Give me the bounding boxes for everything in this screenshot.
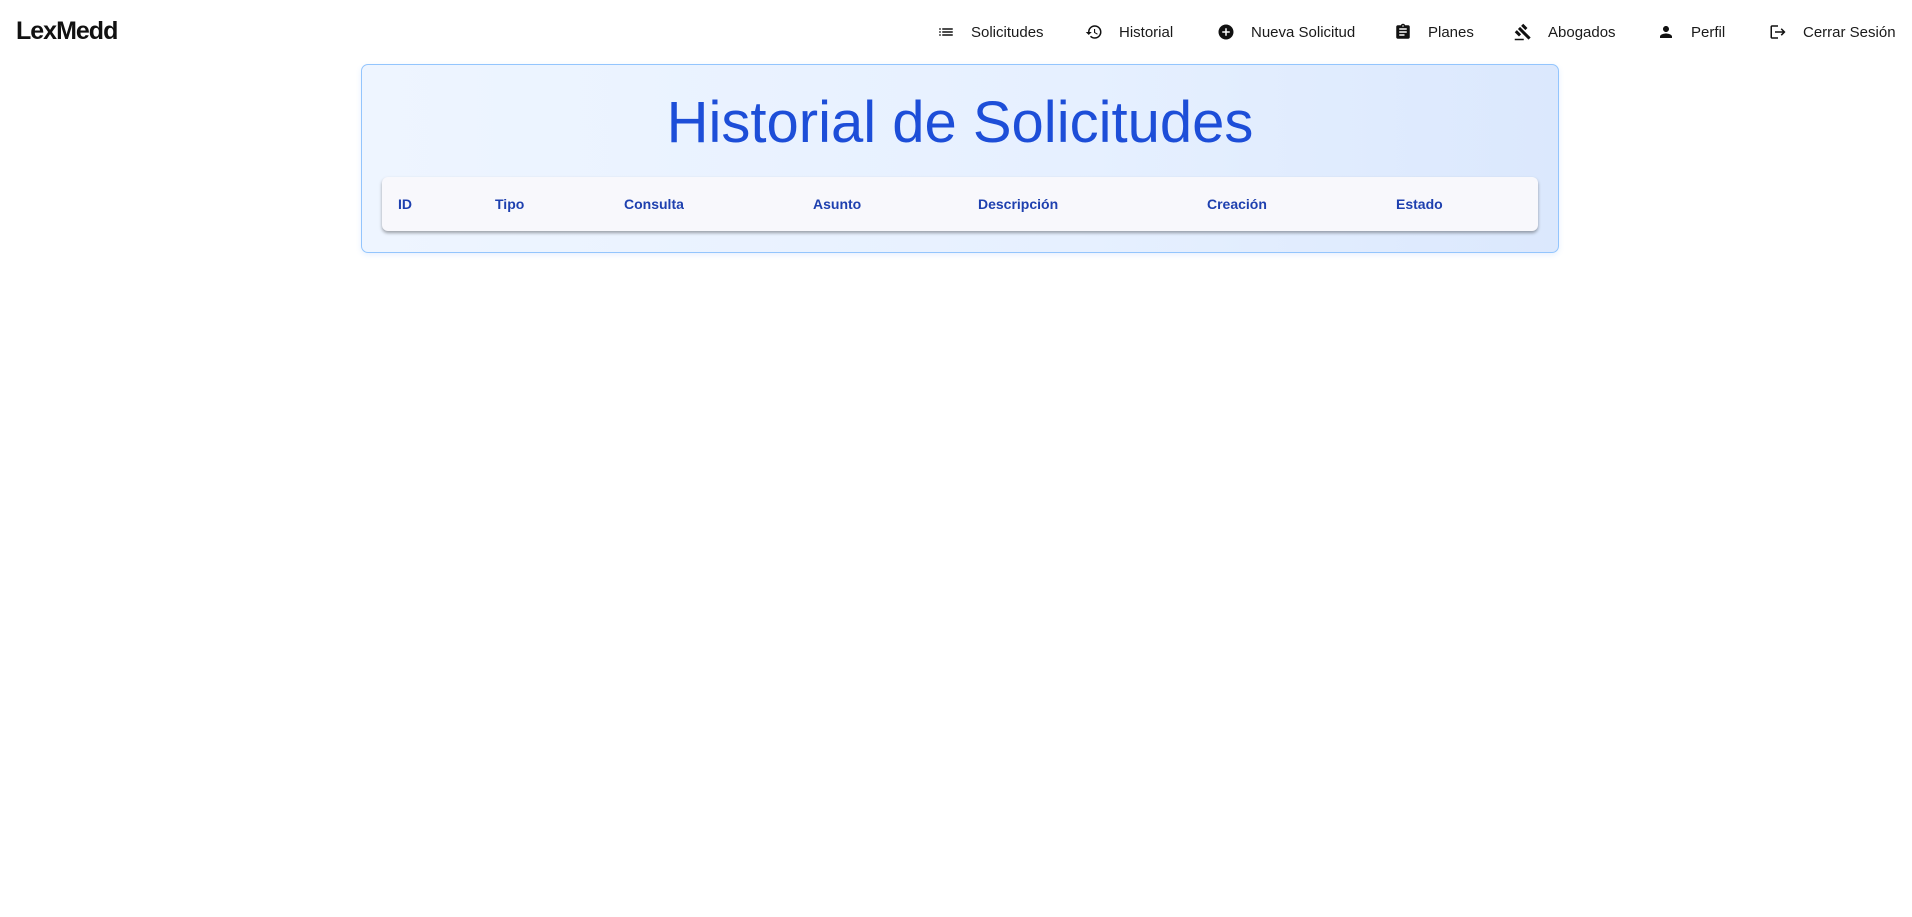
brand-logo[interactable]: LexMedd — [16, 17, 118, 46]
history-card: Historial de Solicitudes ID Tipo Consult… — [361, 64, 1559, 253]
gavel-icon — [1514, 23, 1532, 41]
nav-item-cerrar-sesion[interactable]: Cerrar Sesión — [1769, 18, 1896, 46]
logout-icon — [1769, 23, 1787, 41]
nav-label-perfil: Perfil — [1691, 23, 1726, 41]
nav-item-solicitudes[interactable]: Solicitudes — [937, 18, 1044, 46]
person-icon — [1657, 23, 1675, 41]
nav-label-abogados: Abogados — [1548, 23, 1616, 41]
page-title: Historial de Solicitudes — [666, 90, 1254, 155]
add-circle-icon — [1217, 23, 1235, 41]
top-navbar: LexMedd Solicitudes Historial Nueva Soli… — [0, 0, 1912, 63]
nav-item-perfil[interactable]: Perfil — [1657, 18, 1725, 46]
column-header-estado[interactable]: Estado — [1396, 177, 1443, 231]
history-icon — [1085, 23, 1103, 41]
nav-label-cerrar-sesion: Cerrar Sesión — [1803, 23, 1896, 41]
column-header-tipo[interactable]: Tipo — [495, 177, 524, 231]
column-header-consulta[interactable]: Consulta — [624, 177, 684, 231]
nav-label-solicitudes: Solicitudes — [971, 23, 1044, 41]
list-icon — [937, 23, 955, 41]
column-header-id[interactable]: ID — [398, 177, 412, 231]
column-header-asunto[interactable]: Asunto — [813, 177, 861, 231]
nav-item-planes[interactable]: Planes — [1394, 18, 1474, 46]
column-header-creacion[interactable]: Creación — [1207, 177, 1267, 231]
column-header-descripcion[interactable]: Descripción — [978, 177, 1058, 231]
nav-label-nueva-solicitud: Nueva Solicitud — [1251, 23, 1356, 41]
nav-item-abogados[interactable]: Abogados — [1514, 18, 1616, 46]
nav-label-historial: Historial — [1119, 23, 1174, 41]
nav-item-historial[interactable]: Historial — [1085, 18, 1173, 46]
nav-label-planes: Planes — [1428, 23, 1474, 41]
clipboard-icon — [1394, 23, 1412, 41]
nav-item-nueva-solicitud[interactable]: Nueva Solicitud — [1217, 18, 1355, 46]
history-table: ID Tipo Consulta Asunto Descripción Crea… — [382, 177, 1538, 231]
